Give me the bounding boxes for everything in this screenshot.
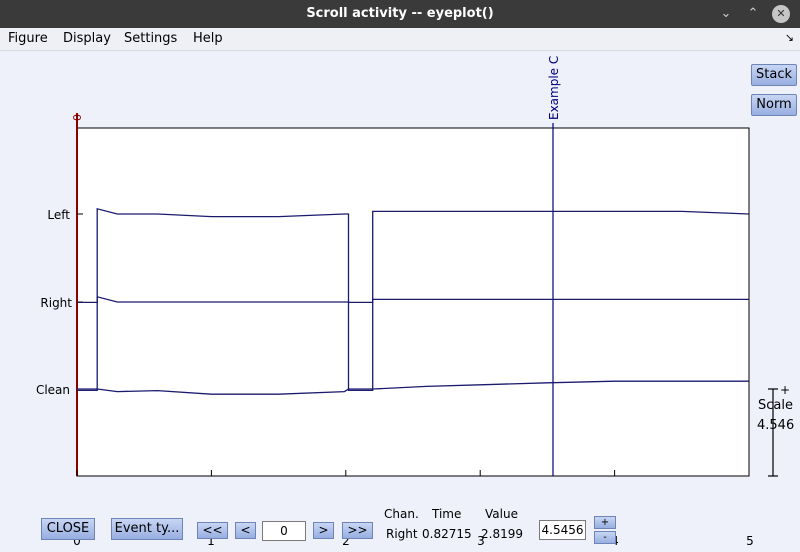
nav-last-button[interactable]: >> <box>342 522 373 539</box>
chan-value: Right <box>386 527 418 541</box>
scale-value: 4.546 <box>757 418 795 433</box>
menu-display[interactable]: Display <box>63 31 111 46</box>
title-bar: Scroll activity -- eyeplot() ⌄ ⌃ ✕ <box>0 0 800 28</box>
nav-prev-button[interactable]: < <box>235 522 256 539</box>
value-value: 2.8199 <box>481 527 523 541</box>
scale-increase-button[interactable]: + <box>594 516 616 529</box>
event-start-label: 0 <box>71 114 84 121</box>
time-header: Time <box>432 507 462 521</box>
menu-figure[interactable]: Figure <box>8 31 48 46</box>
scale-plus: + <box>780 383 791 397</box>
position-input[interactable]: 0 <box>262 521 306 541</box>
scale-label: Scale <box>758 398 793 413</box>
menu-help[interactable]: Help <box>193 31 223 46</box>
figure-canvas: Stack Norm Left Right Clean 0 1 2 3 4 5 … <box>0 51 800 552</box>
event-type-button[interactable]: Event ty... <box>111 518 183 540</box>
menu-settings[interactable]: Settings <box>124 31 177 46</box>
value-header: Value <box>485 507 518 521</box>
dock-arrow-icon[interactable]: ↘ <box>785 31 794 44</box>
nav-next-button[interactable]: > <box>313 522 334 539</box>
minimize-icon[interactable]: ⌄ <box>717 5 735 23</box>
scale-input[interactable]: 4.5456 <box>539 520 586 540</box>
close-icon[interactable]: ✕ <box>772 5 790 23</box>
scale-decrease-button[interactable]: - <box>594 531 616 544</box>
event-label-example: Example C <box>547 56 561 120</box>
close-button[interactable]: CLOSE <box>41 518 95 540</box>
time-value: 0.82715 <box>422 527 472 541</box>
window-title: Scroll activity -- eyeplot() <box>306 6 494 21</box>
maximize-icon[interactable]: ⌃ <box>744 5 762 23</box>
eeg-plot[interactable]: 0 Example C <box>0 51 800 552</box>
nav-first-button[interactable]: << <box>197 522 228 539</box>
menu-bar: Figure Display Settings Help ↘ <box>0 28 800 51</box>
chan-header: Chan. <box>384 507 419 521</box>
